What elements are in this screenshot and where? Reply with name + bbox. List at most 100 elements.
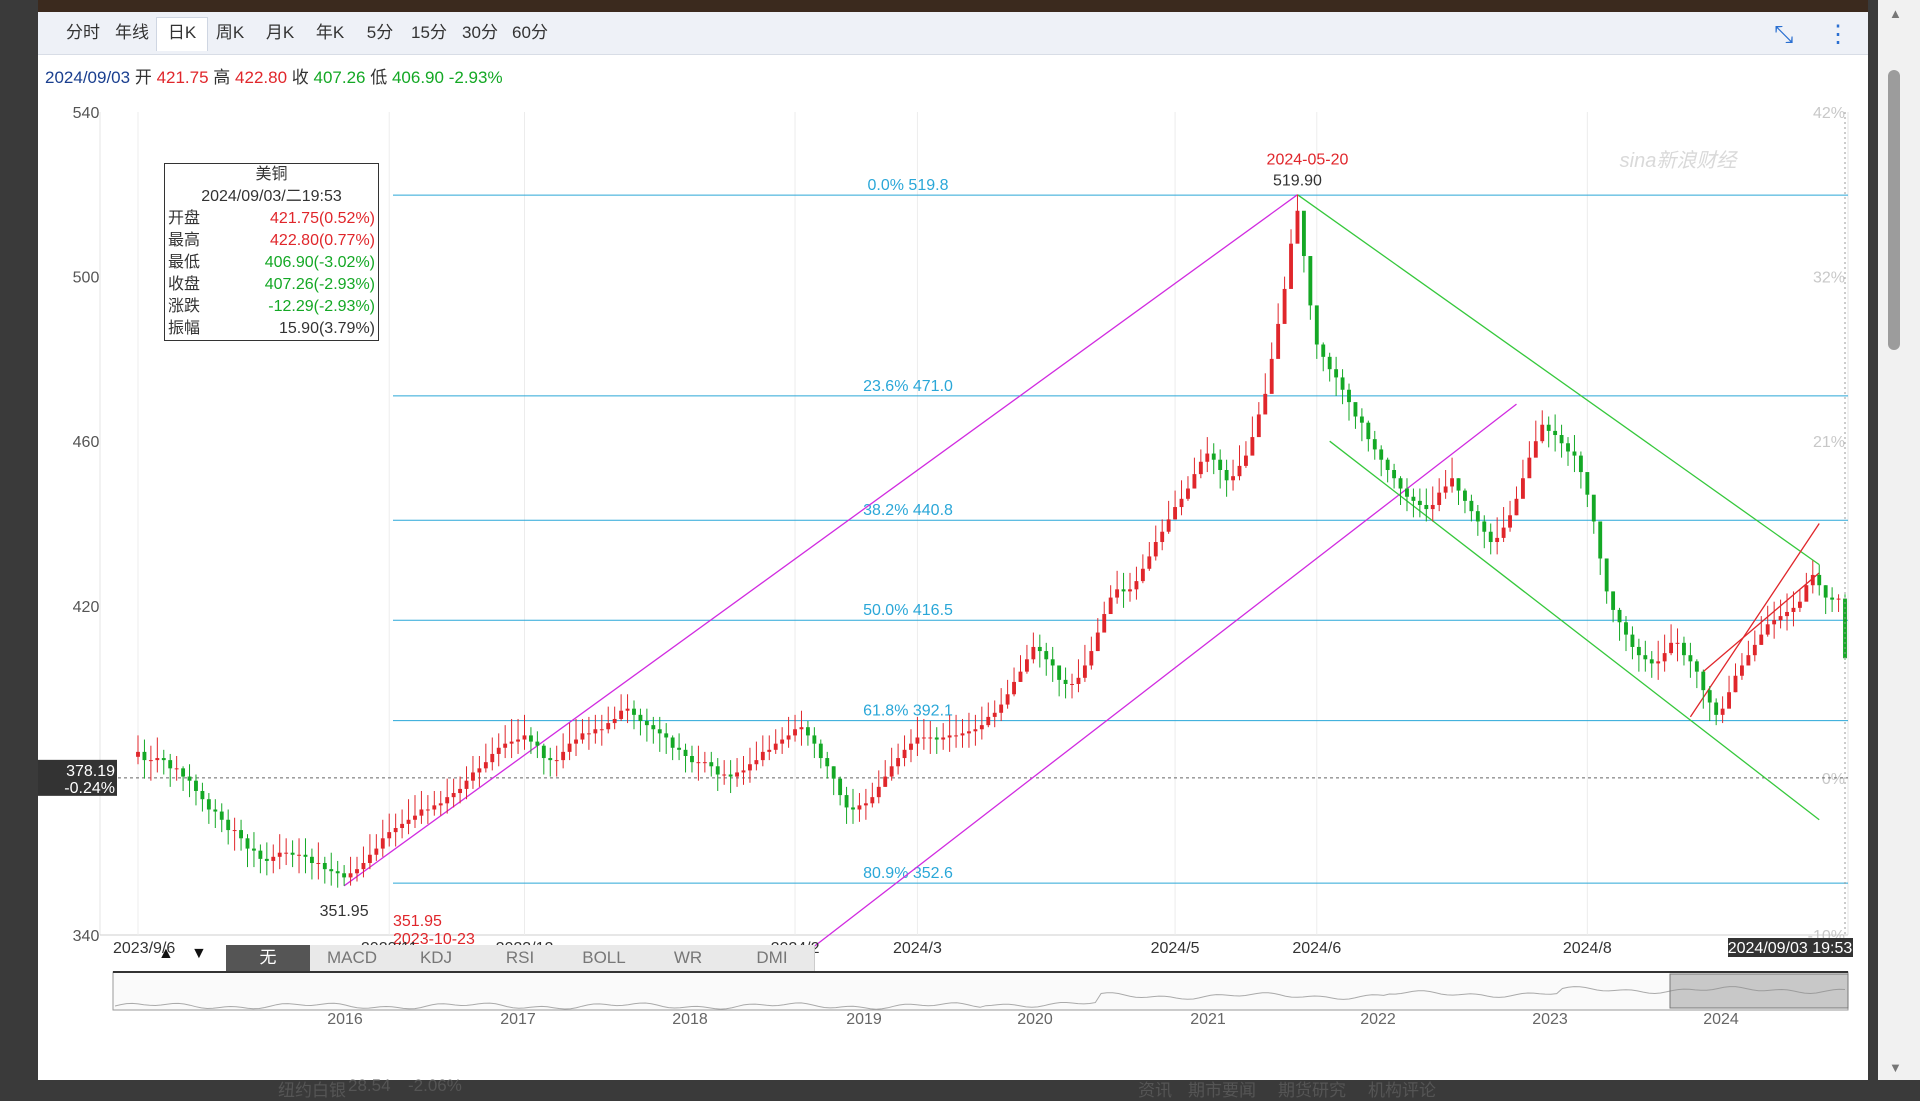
- indicator-tab-0[interactable]: 无: [226, 945, 311, 971]
- candle-body: [960, 733, 965, 736]
- tooltip-row: 涨跌 -12.29(-2.93%): [165, 296, 378, 318]
- candle-body: [909, 743, 913, 750]
- candle-body: [1707, 690, 1712, 703]
- candle-body: [825, 758, 830, 767]
- candle-body: [432, 805, 437, 810]
- indicator-bar: ▲ ▼ 无 MACD KDJ RSI BOLL WR DMI: [111, 942, 1871, 972]
- candle-body: [748, 764, 752, 771]
- tooltip-row-value: 406.90(-3.02%): [264, 254, 375, 271]
- candle-body: [928, 737, 933, 739]
- indicator-tab-5[interactable]: WR: [646, 945, 731, 971]
- candle-body: [1785, 611, 1789, 617]
- candle-body: [883, 776, 888, 787]
- candle-body: [219, 811, 224, 820]
- candle-body: [1160, 531, 1165, 543]
- candle-body: [1546, 424, 1551, 431]
- candle-body: [1566, 443, 1570, 452]
- candle-body: [1772, 620, 1777, 625]
- candle-body: [1727, 692, 1731, 709]
- candle-body: [1140, 568, 1145, 582]
- candle-body: [1314, 305, 1319, 345]
- candle-body: [1417, 500, 1422, 505]
- candle-body: [335, 871, 340, 874]
- candle-body: [1244, 455, 1248, 466]
- candle-body: [1553, 430, 1558, 436]
- candle-body: [1218, 459, 1223, 471]
- candle-body: [1198, 461, 1203, 475]
- candle-body: [715, 766, 720, 775]
- candle-body: [490, 753, 495, 763]
- candle-body: [1759, 634, 1764, 645]
- candle-body: [342, 873, 347, 878]
- candle-body: [155, 758, 160, 761]
- candle-body: [967, 731, 971, 734]
- candle-body: [1263, 393, 1268, 415]
- indicator-tab-1[interactable]: MACD: [310, 945, 395, 971]
- candle-body: [1430, 504, 1435, 510]
- y-tick-label: 420: [73, 599, 100, 616]
- candle-body: [934, 737, 939, 740]
- candle-body: [593, 729, 598, 734]
- candle-body: [1617, 609, 1622, 623]
- candle-body: [1366, 422, 1371, 440]
- fib-level-label: 50.0% 416.5: [863, 602, 953, 619]
- indicator-tab-6[interactable]: DMI: [730, 945, 815, 971]
- candle-body: [1237, 465, 1242, 477]
- indicator-tab-3[interactable]: RSI: [478, 945, 563, 971]
- candle-body: [1424, 504, 1429, 510]
- candle-body: [793, 729, 797, 736]
- y-tick-label: 540: [73, 105, 100, 122]
- candle-body: [1192, 474, 1197, 489]
- page-scrollbar[interactable]: ▲ ▼: [1878, 0, 1920, 1080]
- candle-body: [1810, 574, 1815, 586]
- candle-body: [528, 735, 533, 742]
- navigator-frame: [112, 971, 1849, 1011]
- right-pct-tick: 21%: [1813, 434, 1845, 451]
- candle-body: [979, 725, 984, 730]
- indicator-tab-4[interactable]: BOLL: [562, 945, 647, 971]
- zoom-in-icon[interactable]: ▲: [158, 945, 174, 963]
- candle-body: [1836, 598, 1841, 600]
- candle-body: [1301, 210, 1306, 257]
- candle-body: [200, 790, 205, 800]
- scroll-down-icon[interactable]: ▼: [1889, 1060, 1902, 1075]
- indicator-tab-2[interactable]: KDJ: [394, 945, 479, 971]
- candle-body: [921, 737, 926, 739]
- candle-body: [1269, 358, 1274, 394]
- candle-body: [1173, 507, 1178, 520]
- candle-body: [194, 780, 198, 791]
- scroll-thumb[interactable]: [1888, 70, 1900, 350]
- lower-text: 28.54: [348, 1076, 391, 1095]
- candle-body: [1289, 243, 1293, 289]
- candle-body: [728, 774, 733, 777]
- candle-body: [657, 729, 662, 734]
- zoom-out-icon[interactable]: ▼: [191, 945, 207, 963]
- candle-body: [632, 708, 636, 715]
- tooltip-time: 2024/09/03/二19:53: [201, 188, 342, 205]
- candle-body: [780, 739, 785, 744]
- y-tick-label: 460: [73, 434, 100, 451]
- candle-body: [161, 758, 166, 761]
- candle-body: [625, 708, 630, 711]
- candle-body: [554, 760, 559, 762]
- candle-body: [606, 723, 611, 730]
- ref-price-label: 378.19: [66, 763, 115, 780]
- candle-body: [1147, 556, 1152, 569]
- candle-body: [303, 854, 308, 857]
- navigator-year-label: 2023: [1532, 1011, 1568, 1028]
- candle-body: [1353, 402, 1358, 417]
- candle-body: [818, 743, 823, 759]
- candle-body: [999, 704, 1004, 713]
- scroll-up-icon[interactable]: ▲: [1889, 6, 1902, 21]
- candle-body: [168, 760, 173, 769]
- candle-body: [1070, 683, 1074, 685]
- candle-body: [503, 743, 508, 748]
- candle-body: [1031, 646, 1036, 660]
- candle-body: [142, 751, 147, 761]
- candle-body: [471, 772, 475, 781]
- navigator-year-label: 2019: [846, 1011, 882, 1028]
- candle-body: [1443, 486, 1448, 493]
- candle-body: [387, 832, 392, 839]
- candle-body: [1024, 659, 1029, 672]
- candle-body: [767, 749, 772, 752]
